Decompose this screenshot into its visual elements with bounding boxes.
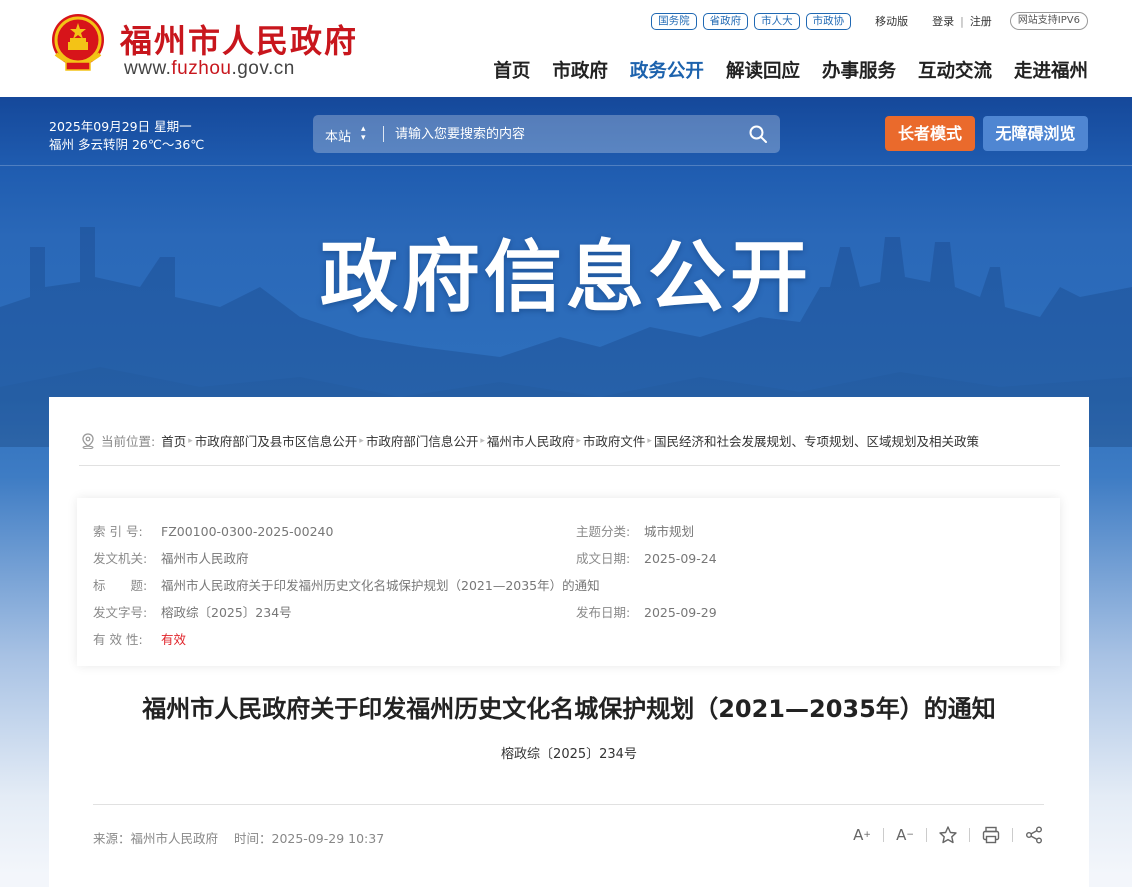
favorite-star-icon[interactable] <box>937 824 959 846</box>
document-metadata: 索 引 号: FZ00100-0300-2025-00240 主题分类: 城市规划 … <box>77 498 1060 666</box>
divider <box>79 465 1060 466</box>
search-bar: 本站 ▴ ▾ <box>313 115 780 153</box>
search-divider <box>383 126 384 142</box>
breadcrumb-arrow-icon: ▸ <box>576 435 581 446</box>
breadcrumb-arrow-icon: ▸ <box>647 435 652 446</box>
location-pin-icon <box>82 432 94 449</box>
ipv6-badge: 网站支持IPV6 <box>1009 12 1088 30</box>
site-header: 福州市人民政府 www.fuzhou.gov.cn 国务院 省政府 市人大 市政… <box>0 0 1132 97</box>
meta-index: 索 引 号: FZ00100-0300-2025-00240 <box>93 521 333 540</box>
nav-interaction[interactable]: 互动交流 <box>918 57 992 83</box>
url-suffix: .gov.cn <box>231 58 295 79</box>
meta-validity-value: 有效 <box>161 632 187 647</box>
link-state-council[interactable]: 国务院 <box>651 12 697 30</box>
meta-published-label: 发布日期: <box>576 605 631 620</box>
breadcrumb-city-docs[interactable]: 市政府文件 <box>583 431 646 450</box>
login-link[interactable]: 登录 <box>932 13 954 29</box>
meta-title-label: 标 题: <box>93 578 148 593</box>
meta-title-value: 福州市人民政府关于印发福州历史文化名城保护规划（2021—2035年）的通知 <box>161 578 600 593</box>
register-link[interactable]: 注册 <box>970 13 992 29</box>
breadcrumb-arrow-icon: ▸ <box>188 435 193 446</box>
document-time: 时间：2025-09-29 10:37 <box>234 831 385 846</box>
search-icon[interactable] <box>748 124 768 144</box>
meta-written-date: 成文日期: 2025-09-24 <box>576 548 717 567</box>
document-title: 福州市人民政府关于印发福州历史文化名城保护规划（2021—2035年）的通知 <box>142 695 996 723</box>
meta-written-value: 2025-09-24 <box>644 551 717 566</box>
breadcrumb-arrow-icon: ▸ <box>359 435 364 446</box>
font-increase-glyph: A <box>853 826 864 844</box>
meta-docno-label: 发文字号: <box>93 605 148 620</box>
top-links: 国务院 省政府 市人大 市政协 移动版 登录 | 注册 网站支持IPV6 <box>645 12 1088 30</box>
font-increase-icon[interactable]: A + <box>851 824 873 846</box>
link-cppcc[interactable]: 市政协 <box>805 12 852 30</box>
divider <box>883 828 884 842</box>
breadcrumb: 当前位置: 首页 ▸ 市政府部门及县市区信息公开 ▸ 市政府部门信息公开 ▸ 福… <box>81 431 979 450</box>
meta-doc-number: 发文字号: 榕政综〔2025〕234号 <box>93 602 292 621</box>
date-weather: 2025年09月29日 星期一 福州 多云转阴 26℃～36℃ <box>49 118 204 154</box>
divider <box>1012 828 1013 842</box>
utility-bar: 2025年09月29日 星期一 福州 多云转阴 26℃～36℃ 本站 ▴▾ 长者… <box>0 97 1132 166</box>
nav-gov-affairs[interactable]: 政务公开 <box>630 57 704 83</box>
breadcrumb-city-gov[interactable]: 福州市人民政府 <box>487 431 575 450</box>
document-source: 来源：福州市人民政府 <box>93 831 219 846</box>
divider <box>93 804 1044 805</box>
main-nav: 首页 市政府 政务公开 解读回应 办事服务 互动交流 走进福州 <box>471 57 1088 83</box>
meta-validity: 有 效 性: 有效 <box>93 629 186 648</box>
site-url: www.fuzhou.gov.cn <box>124 58 295 80</box>
meta-issuer-value: 福州市人民政府 <box>161 551 249 566</box>
meta-issuer-label: 发文机关: <box>93 551 148 566</box>
divider <box>969 828 970 842</box>
site-name[interactable]: 福州市人民政府 <box>120 16 358 62</box>
document-tools: A + A − <box>851 824 1045 846</box>
meta-docno-value: 榕政综〔2025〕234号 <box>161 605 292 620</box>
banner-title: 政府信息公开 <box>319 233 812 323</box>
document-info: 来源：福州市人民政府 时间：2025-09-29 10:37 <box>93 828 396 847</box>
meta-topic: 主题分类: 城市规划 <box>576 521 694 540</box>
elder-mode-button[interactable]: 长者模式 <box>885 116 975 151</box>
breadcrumb-arrow-icon: ▸ <box>480 435 485 446</box>
nav-about-fuzhou[interactable]: 走进福州 <box>1014 57 1088 83</box>
meta-published-value: 2025-09-29 <box>644 605 717 620</box>
content-card: 当前位置: 首页 ▸ 市政府部门及县市区信息公开 ▸ 市政府部门信息公开 ▸ 福… <box>49 397 1089 887</box>
divider <box>926 828 927 842</box>
divider: | <box>960 14 964 28</box>
current-date: 2025年09月29日 星期一 <box>49 119 192 134</box>
document-number: 榕政综〔2025〕234号 <box>501 747 637 762</box>
meta-validity-label: 有 效 性: <box>93 632 143 647</box>
font-decrease-glyph: A <box>896 826 907 844</box>
print-icon[interactable] <box>980 824 1002 846</box>
meta-topic-value: 城市规划 <box>644 524 695 539</box>
mobile-version-link[interactable]: 移动版 <box>875 13 908 29</box>
scope-arrows-icon[interactable]: ▴ ▾ <box>361 125 366 143</box>
search-scope-select[interactable]: 本站 <box>325 126 351 145</box>
link-provincial-gov[interactable]: 省政府 <box>702 12 749 30</box>
link-city-congress[interactable]: 市人大 <box>754 12 800 30</box>
meta-written-label: 成文日期: <box>576 551 631 566</box>
weather-info: 福州 多云转阴 26℃～36℃ <box>49 137 205 152</box>
nav-services[interactable]: 办事服务 <box>822 57 896 83</box>
breadcrumb-home[interactable]: 首页 <box>161 431 186 450</box>
meta-topic-label: 主题分类: <box>576 524 631 539</box>
breadcrumb-dept-info[interactable]: 市政府部门信息公开 <box>366 431 479 450</box>
nav-interpretation[interactable]: 解读回应 <box>726 57 800 83</box>
breadcrumb-current[interactable]: 国民经济和社会发展规划、专项规划、区域规划及相关政策 <box>654 431 979 450</box>
nav-city-gov[interactable]: 市政府 <box>552 57 608 83</box>
meta-index-value: FZ00100-0300-2025-00240 <box>161 524 334 539</box>
font-decrease-icon[interactable]: A − <box>894 824 916 846</box>
search-input[interactable] <box>393 123 733 145</box>
meta-issuer: 发文机关: 福州市人民政府 <box>93 548 249 567</box>
nav-home[interactable]: 首页 <box>493 57 530 83</box>
national-emblem-icon[interactable] <box>48 10 108 74</box>
url-domain: fuzhou <box>171 58 232 79</box>
meta-index-label: 索 引 号: <box>93 524 143 539</box>
meta-published-date: 发布日期: 2025-09-29 <box>576 602 717 621</box>
meta-title: 标 题: 福州市人民政府关于印发福州历史文化名城保护规划（2021—2035年）的… <box>93 575 600 594</box>
breadcrumb-dept-county[interactable]: 市政府部门及县市区信息公开 <box>195 431 358 450</box>
accessible-browse-button[interactable]: 无障碍浏览 <box>983 116 1088 151</box>
breadcrumb-label: 当前位置: <box>101 434 156 449</box>
url-prefix: www. <box>124 58 172 79</box>
share-icon[interactable] <box>1023 824 1045 846</box>
